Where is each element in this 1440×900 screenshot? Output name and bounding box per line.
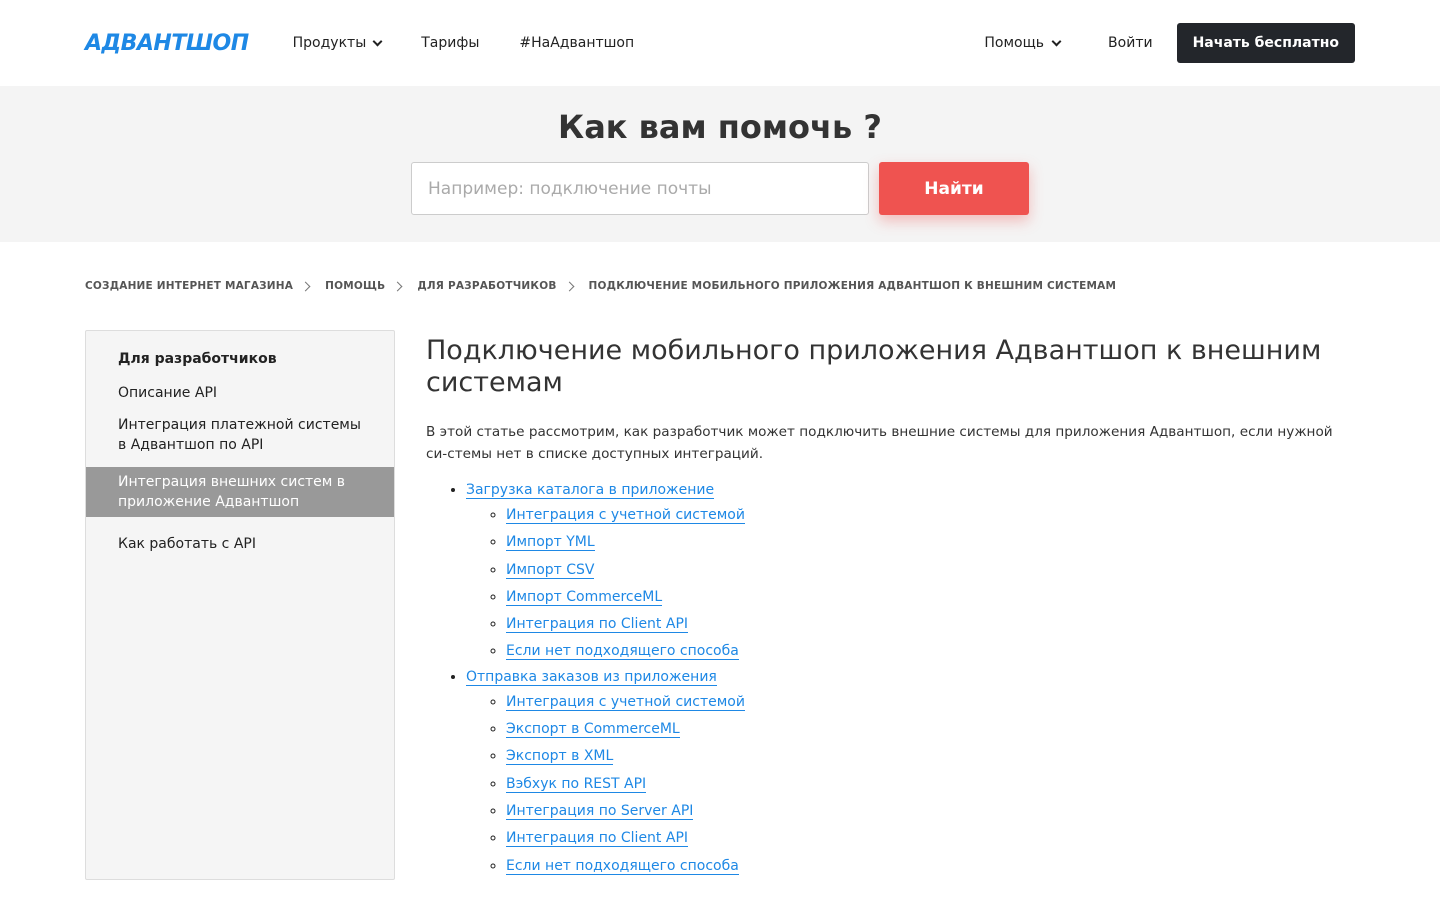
list-item: Экспорт в CommerceML xyxy=(506,716,1355,743)
nav-na-advantshop[interactable]: #НаАдвантшоп xyxy=(519,35,634,51)
logo[interactable]: АДВАНТШОП xyxy=(85,31,249,56)
toc-link[interactable]: Экспорт в CommerceML xyxy=(506,721,680,739)
help-search-hero: Как вам помочь ? Найти xyxy=(0,86,1440,242)
nav-products-label: Продукты xyxy=(292,35,367,51)
chevron-down-icon xyxy=(372,36,383,46)
start-free-button[interactable]: Начать бесплатно xyxy=(1176,23,1355,63)
list-item: Экспорт в XML xyxy=(506,743,1355,770)
hero-title: Как вам помочь ? xyxy=(558,108,882,146)
chevron-down-icon xyxy=(1051,36,1062,46)
chevron-right-icon xyxy=(564,281,574,291)
breadcrumb-item-help[interactable]: ПОМОЩЬ xyxy=(325,280,385,292)
sidebar-item-how-to-api[interactable]: Как работать с API xyxy=(86,534,394,554)
chevron-right-icon xyxy=(300,281,311,291)
toc-link-order-sending[interactable]: Отправка заказов из приложения xyxy=(466,668,717,686)
breadcrumb-item-create-store[interactable]: СОЗДАНИЕ ИНТЕРНЕТ МАГАЗИНА xyxy=(85,280,293,292)
help-label: Помощь xyxy=(984,35,1045,51)
search-button[interactable]: Найти xyxy=(879,162,1029,215)
toc-section: Загрузка каталога в приложение Интеграци… xyxy=(466,479,1355,666)
toc-link[interactable]: Интеграция с учетной системой xyxy=(506,507,745,524)
breadcrumb-item-current: ПОДКЛЮЧЕНИЕ МОБИЛЬНОГО ПРИЛОЖЕНИЯ АДВАНТ… xyxy=(588,280,1117,292)
toc-link[interactable]: Если нет подходящего способа xyxy=(506,643,739,661)
toc-link[interactable]: Если нет подходящего способа xyxy=(506,857,739,875)
toc-link[interactable]: Интеграция по Server API xyxy=(506,802,694,820)
main-content: Для разработчиков Описание API Интеграци… xyxy=(0,330,1440,880)
nav-pricing[interactable]: Тарифы xyxy=(421,35,479,51)
toc-link[interactable]: Интеграция по Client API xyxy=(506,616,689,634)
toc-sublist: Интеграция с учетной системой Импорт YML… xyxy=(466,502,1355,666)
list-item: Интеграция по Client API xyxy=(506,825,1355,852)
article-title: Подключение мобильного приложения Адвант… xyxy=(426,335,1322,398)
sidebar-item-payment-integration[interactable]: Интеграция платежной системы в Адвантшоп… xyxy=(86,415,394,455)
nav-products[interactable]: Продукты xyxy=(292,35,383,51)
breadcrumb-item-developers[interactable]: ДЛЯ РАЗРАБОТЧИКОВ xyxy=(417,280,556,292)
header-right: Помощь Войти Начать бесплатно xyxy=(984,23,1355,63)
list-item: Импорт CSV xyxy=(506,557,1355,584)
sidebar-title: Для разработчиков xyxy=(118,351,277,367)
sidebar-item-external-systems[interactable]: Интеграция внешних систем в приложение А… xyxy=(86,467,394,517)
toc-link[interactable]: Импорт YML xyxy=(506,534,595,552)
list-item: Интеграция с учетной системой xyxy=(506,502,1355,529)
login-link[interactable]: Войти xyxy=(1108,35,1153,51)
toc-link-catalog-load[interactable]: Загрузка каталога в приложение xyxy=(466,482,715,499)
table-of-contents: Загрузка каталога в приложение Интеграци… xyxy=(426,479,1355,880)
sidebar-item-api-description[interactable]: Описание API xyxy=(86,383,394,403)
toc-link[interactable]: Интеграция с учетной системой xyxy=(506,693,745,711)
breadcrumb: СОЗДАНИЕ ИНТЕРНЕТ МАГАЗИНА ПОМОЩЬ ДЛЯ РА… xyxy=(0,280,1440,292)
search-input[interactable] xyxy=(411,162,869,215)
list-item: Интеграция по Client API xyxy=(506,611,1355,638)
toc-link[interactable]: Интеграция по Client API xyxy=(506,830,689,848)
list-item: Импорт YML xyxy=(506,529,1355,556)
search-row: Найти xyxy=(411,162,1029,215)
list-item: Интеграция с учетной системой xyxy=(506,689,1355,716)
site-header: АДВАНТШОП Продукты Тарифы #НаАдвантшоп П… xyxy=(0,0,1440,86)
toc-sublist: Интеграция с учетной системой Экспорт в … xyxy=(466,689,1355,880)
list-item: Интеграция по Server API xyxy=(506,798,1355,825)
toc-link[interactable]: Импорт CSV xyxy=(506,561,595,579)
toc-link[interactable]: Экспорт в XML xyxy=(506,748,614,766)
list-item: Если нет подходящего способа xyxy=(506,638,1355,665)
main-nav: Продукты Тарифы #НаАдвантшоп xyxy=(293,35,675,51)
toc-link[interactable]: Импорт CommerceML xyxy=(506,588,663,606)
list-item: Импорт CommerceML xyxy=(506,584,1355,611)
nav-pricing-label: Тарифы xyxy=(421,35,480,51)
list-item: Вэбхук по REST API xyxy=(506,771,1355,798)
sidebar: Для разработчиков Описание API Интеграци… xyxy=(85,330,395,880)
chevron-right-icon xyxy=(392,281,403,291)
toc-link[interactable]: Вэбхук по REST API xyxy=(506,775,647,793)
article-intro: В этой статье рассмотрим, как разработчи… xyxy=(426,424,1333,462)
list-item: Если нет подходящего способа xyxy=(506,853,1355,880)
help-menu[interactable]: Помощь xyxy=(984,35,1062,51)
article: Подключение мобильного приложения Адвант… xyxy=(426,330,1355,880)
toc-section: Отправка заказов из приложения Интеграци… xyxy=(466,666,1355,880)
nav-na-advantshop-label: #НаАдвантшоп xyxy=(519,35,635,51)
